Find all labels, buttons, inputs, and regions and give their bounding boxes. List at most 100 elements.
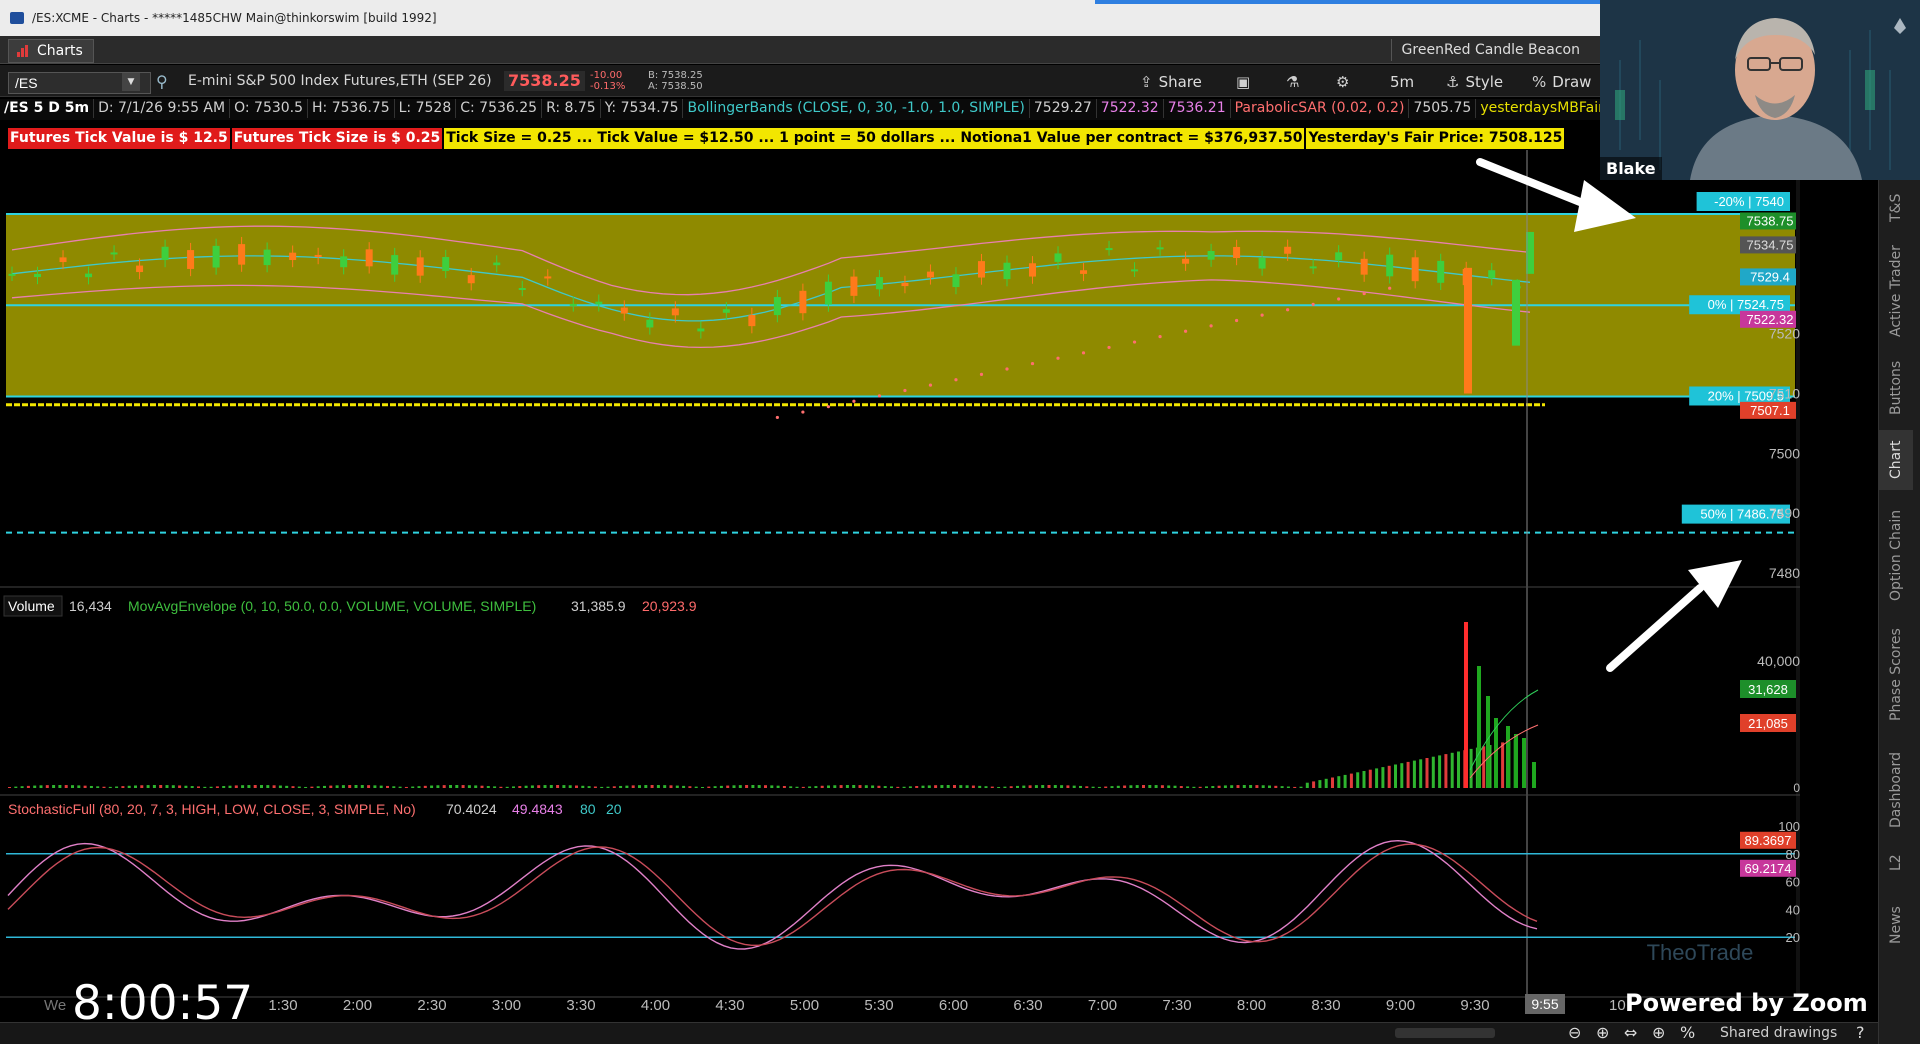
psar-dot bbox=[1183, 329, 1188, 333]
volume-bar bbox=[619, 785, 623, 788]
candle-body bbox=[646, 319, 654, 328]
settings-button[interactable]: ⚙ bbox=[1336, 71, 1349, 93]
draw-button[interactable]: % Draw bbox=[1532, 71, 1591, 93]
side-tab-active-trader[interactable]: Active Trader bbox=[1879, 236, 1913, 346]
volume-bar bbox=[272, 785, 276, 788]
candle-body bbox=[314, 254, 322, 258]
stoch-ob-value: 80 bbox=[580, 801, 596, 817]
chart-canvas[interactable]: -20% | 75400% | 7524.7520% | 7509.550% |… bbox=[0, 150, 1800, 1044]
screenshot-button[interactable]: ▣ bbox=[1236, 71, 1250, 93]
crosshair-icon[interactable]: ⊕ bbox=[1652, 1023, 1665, 1042]
percent-icon[interactable]: % bbox=[1680, 1023, 1695, 1042]
volume-bar bbox=[449, 785, 452, 788]
studies-button[interactable]: ⚗ bbox=[1286, 71, 1299, 93]
volume-bar bbox=[612, 786, 616, 788]
volume-bar bbox=[228, 785, 232, 788]
window-title: /ES:XCME - Charts - *****1485CHW Main@th… bbox=[32, 11, 437, 25]
shared-drawings-label[interactable]: Shared drawings bbox=[1720, 1025, 1837, 1041]
volume-bar bbox=[606, 786, 610, 788]
volume-bar bbox=[845, 785, 849, 788]
stoch-title[interactable]: StochasticFull (80, 20, 7, 3, HIGH, LOW,… bbox=[8, 801, 416, 817]
volume-bar bbox=[266, 785, 270, 788]
volume-bar bbox=[1356, 772, 1360, 788]
psar-dot bbox=[1362, 291, 1366, 296]
volume-bar bbox=[959, 785, 963, 788]
volume-bar bbox=[1003, 786, 1007, 788]
volume-bar bbox=[1173, 785, 1177, 788]
level-label[interactable]: 0% | 7524.75 bbox=[1708, 297, 1784, 312]
pan-icon[interactable]: ⇔ bbox=[1624, 1023, 1637, 1042]
side-tab-phase-scores[interactable]: Phase Scores bbox=[1879, 620, 1913, 730]
volume-bar bbox=[1412, 760, 1416, 788]
side-tab-chart[interactable]: Chart bbox=[1879, 430, 1913, 490]
psar-dot bbox=[852, 399, 856, 403]
level-label[interactable]: -20% | 7540 bbox=[1714, 194, 1784, 209]
volume-bar bbox=[890, 786, 893, 788]
volume-bar bbox=[1318, 780, 1322, 788]
volume-bar bbox=[241, 785, 245, 788]
side-tab-l2[interactable]: L2 bbox=[1879, 845, 1913, 880]
volume-bar bbox=[398, 786, 402, 788]
volume-bar bbox=[757, 785, 761, 788]
volume-study[interactable]: MovAvgEnvelope (0, 10, 50.0, 0.0, VOLUME… bbox=[128, 598, 536, 614]
tick-banner-item: Tick Size = 0.25 ... Tick Value = $12.50… bbox=[444, 128, 1305, 149]
link-icon[interactable]: ⚲ bbox=[156, 72, 170, 92]
side-tab-option-chain[interactable]: Option Chain bbox=[1879, 500, 1913, 610]
time-axis-label: 8:30 bbox=[1311, 997, 1340, 1014]
volume-bar bbox=[102, 786, 106, 788]
presenter-image bbox=[1600, 0, 1920, 180]
psar-dot bbox=[1107, 345, 1111, 350]
candle-body bbox=[748, 314, 756, 327]
volume-bar bbox=[524, 785, 528, 788]
share-button[interactable]: ⇪ Share bbox=[1140, 71, 1202, 93]
bid-ask: B: 7538.25 A: 7538.50 bbox=[648, 70, 703, 92]
chevron-down-icon[interactable]: ▼ bbox=[122, 73, 140, 91]
volume-bar bbox=[190, 786, 194, 788]
tab-charts[interactable]: Charts bbox=[8, 39, 94, 63]
tab-bar: Charts GreenRed Candle Beacon bbox=[0, 36, 1600, 64]
volume-bar bbox=[1066, 785, 1070, 788]
volume-bar bbox=[1312, 781, 1316, 788]
time-axis-label: 4:00 bbox=[641, 997, 670, 1014]
volume-bar bbox=[688, 786, 692, 788]
scrollbar[interactable] bbox=[1395, 1028, 1495, 1038]
candle-body bbox=[1464, 267, 1472, 394]
side-tab-dashboard[interactable]: Dashboard bbox=[1879, 740, 1913, 840]
side-tab-news[interactable]: News bbox=[1879, 885, 1913, 965]
volume-bar bbox=[1129, 785, 1133, 788]
instrument-description: E-mini S&P 500 Index Futures,ETH (SEP 26… bbox=[188, 73, 492, 89]
volume-bar bbox=[505, 786, 509, 788]
aggregation-button[interactable]: 5m bbox=[1390, 71, 1414, 93]
help-icon[interactable]: ? bbox=[1856, 1023, 1865, 1042]
volume-bar bbox=[827, 785, 830, 788]
volume-bar bbox=[776, 785, 780, 788]
volume-bar bbox=[1123, 785, 1127, 788]
time-axis-partial-left: We bbox=[44, 997, 66, 1014]
zoom-out-icon[interactable]: ⊖ bbox=[1568, 1023, 1581, 1042]
candle-body bbox=[493, 262, 501, 266]
volume-bar bbox=[1299, 786, 1303, 788]
volume-bar bbox=[178, 785, 182, 788]
volume-bar bbox=[1186, 786, 1190, 788]
side-tab-buttons[interactable]: Buttons bbox=[1879, 350, 1913, 425]
chart-toolbar: ▼ ⚲ E-mini S&P 500 Index Futures,ETH (SE… bbox=[0, 65, 1600, 97]
volume-bar bbox=[782, 785, 786, 788]
volume-bar bbox=[650, 785, 654, 788]
volume-bar bbox=[8, 787, 11, 788]
title-accent-line bbox=[1095, 0, 1600, 4]
study-info-item[interactable]: /ES 5 D 5m bbox=[0, 99, 95, 118]
candle-beacon-label[interactable]: GreenRed Candle Beacon bbox=[1390, 39, 1590, 61]
zoom-in-icon[interactable]: ⊕ bbox=[1596, 1023, 1609, 1042]
style-button[interactable]: ⚓ Style bbox=[1446, 71, 1503, 93]
volume-title[interactable]: Volume bbox=[8, 598, 55, 614]
bid-value: B: 7538.25 bbox=[648, 70, 703, 81]
stoch-axis-label: 20 bbox=[1786, 930, 1800, 945]
volume-bar bbox=[1154, 785, 1158, 788]
candle-body bbox=[1029, 263, 1037, 277]
stoch-axis-label: 100 bbox=[1778, 819, 1800, 834]
side-tab-t-s[interactable]: T&S bbox=[1879, 180, 1913, 236]
stoch-k-value: 70.4024 bbox=[446, 801, 497, 817]
candle-body bbox=[1182, 258, 1190, 264]
candle-body bbox=[1258, 257, 1266, 269]
volume-bar bbox=[260, 785, 263, 788]
